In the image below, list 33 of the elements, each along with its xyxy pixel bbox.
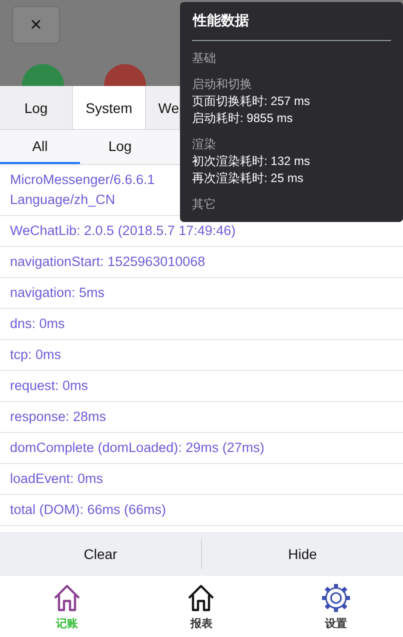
nav-item[interactable]: 报表 <box>134 576 269 637</box>
log-text: navigationStart: 1525963010068 <box>10 253 206 271</box>
panel-title: 性能数据 <box>192 12 391 41</box>
nav-label: 记账 <box>56 616 78 631</box>
section-heading: 启动和切换 <box>192 76 253 93</box>
metric-text: 页面切换耗时: 257 ms <box>192 93 312 110</box>
log-text: tcp: 0ms <box>10 346 62 364</box>
log-text: response: 28ms <box>10 408 106 426</box>
log-text: request: 0ms <box>10 377 88 395</box>
filter-tab[interactable]: Log <box>80 130 160 164</box>
tab[interactable]: System <box>73 86 146 129</box>
metric-text: 初次渲染耗时: 132 ms <box>192 153 312 170</box>
log-text: total (DOM): 66ms (66ms) <box>10 501 166 519</box>
log-text: Language/zh_CN <box>10 191 116 209</box>
log-text: dns: 0ms <box>10 315 65 333</box>
section-heading: 渲染 <box>192 136 217 153</box>
log-text: navigation: 5ms <box>10 284 105 302</box>
metric-text: 再次渲染耗时: 25 ms <box>192 170 304 187</box>
action-button[interactable]: Clear <box>0 539 202 569</box>
nav-label: 报表 <box>190 616 212 631</box>
close-button[interactable]: × <box>12 6 60 44</box>
nav-label: 设置 <box>324 616 347 631</box>
metric-text: 启动耗时: 9855 ms <box>192 110 294 127</box>
log-text: loadEvent: 0ms <box>10 470 104 488</box>
log-text: MicroMessenger/6.6.6.1 <box>10 171 155 189</box>
nav-item[interactable]: 设置 <box>268 576 403 637</box>
section-heading: 其它 <box>192 196 217 213</box>
filter-tab[interactable]: All <box>0 130 80 164</box>
section-heading: 基础 <box>192 50 217 67</box>
log-text: WeChatLib: 2.0.5 (2018.5.7 17:49:46) <box>10 222 236 240</box>
gear-icon <box>320 582 352 614</box>
log-text: domComplete (domLoaded): 29ms (27ms) <box>10 439 264 457</box>
action-button[interactable]: Hide <box>202 539 403 569</box>
